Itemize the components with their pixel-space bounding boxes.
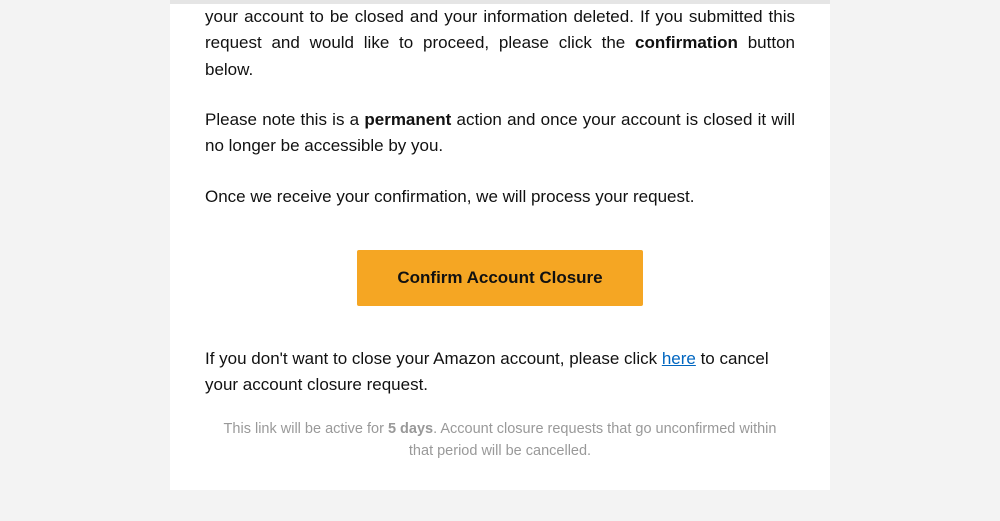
- footer-text-2: . Account closure requests that go uncon…: [409, 421, 777, 459]
- cancel-paragraph: If you don't want to close your Amazon a…: [205, 346, 795, 399]
- button-container: Confirm Account Closure: [205, 250, 795, 306]
- permanent-bold: permanent: [364, 110, 451, 129]
- intro-bold: confirmation: [635, 33, 738, 52]
- permanent-text-1: Please note this is a: [205, 110, 364, 129]
- footer-text-1: This link will be active for: [224, 421, 388, 437]
- footer-bold: 5 days: [388, 421, 433, 437]
- cancel-link[interactable]: here: [662, 349, 696, 368]
- confirm-account-closure-button[interactable]: Confirm Account Closure: [357, 250, 642, 306]
- footer-note: This link will be active for 5 days. Acc…: [205, 419, 795, 463]
- process-paragraph: Once we receive your confirmation, we wi…: [205, 184, 795, 210]
- permanent-paragraph: Please note this is a permanent action a…: [205, 107, 795, 160]
- cancel-text-1: If you don't want to close your Amazon a…: [205, 349, 662, 368]
- email-container: your account to be closed and your infor…: [170, 0, 830, 490]
- intro-paragraph: your account to be closed and your infor…: [205, 4, 795, 83]
